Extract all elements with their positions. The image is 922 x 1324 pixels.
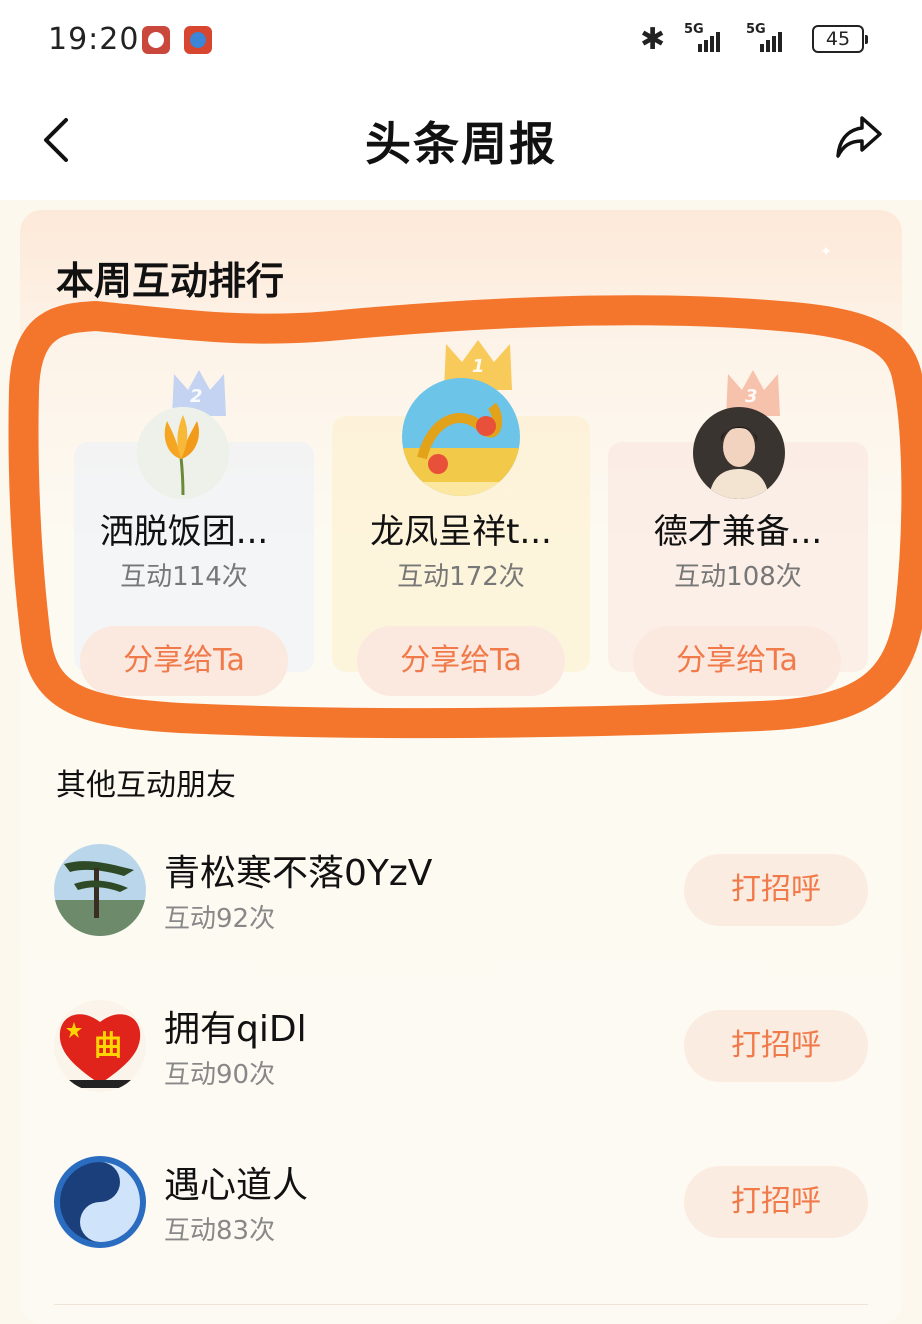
app-icon	[184, 26, 212, 54]
podium-count: 互动172次	[397, 562, 525, 592]
share-to-button[interactable]: 分享给Ta	[633, 626, 841, 696]
share-to-button[interactable]: 分享给Ta	[80, 626, 288, 696]
bluetooth-icon: ✱	[640, 22, 666, 57]
avatar[interactable]: 曲	[54, 1000, 146, 1092]
friend-name: 拥有qiDl	[164, 1009, 307, 1050]
sparkle-icon: ✦	[820, 244, 832, 260]
friend-count: 互动90次	[164, 1060, 276, 1090]
greet-button[interactable]: 打招呼	[684, 854, 868, 926]
greet-button[interactable]: 打招呼	[684, 1166, 868, 1238]
share-to-button[interactable]: 分享给Ta	[357, 626, 565, 696]
rank-number: 1	[472, 356, 485, 377]
friend-count: 互动83次	[164, 1216, 276, 1246]
rank-number: 2	[190, 386, 203, 407]
friend-count: 互动92次	[164, 904, 276, 934]
status-bar: 19:20 ✱ 5G 5G 45	[0, 0, 922, 80]
avatar[interactable]	[402, 378, 520, 496]
friend-name: 青松寒不落0YzV	[164, 853, 433, 894]
signal-icon: 5G	[746, 22, 786, 52]
avatar[interactable]	[137, 407, 229, 499]
greet-button[interactable]: 打招呼	[684, 1010, 868, 1082]
app-icon	[142, 26, 170, 54]
podium-name: 龙凤呈祥t...	[370, 512, 552, 552]
signal-icon: 5G	[684, 22, 724, 52]
page-title: 头条周报	[365, 117, 557, 171]
podium-count: 互动108次	[674, 562, 802, 592]
avatar[interactable]	[54, 844, 146, 936]
list-item: 遇心道人 互动83次 打招呼	[0, 1156, 922, 1286]
avatar[interactable]	[693, 407, 785, 499]
header: 头条周报	[0, 80, 922, 200]
rank-number: 3	[745, 386, 758, 407]
list-item: 青松寒不落0YzV 互动92次 打招呼	[0, 844, 922, 974]
podium-name: 德才兼备...	[653, 512, 823, 552]
podium-count: 互动114次	[120, 562, 248, 592]
list-item: 曲 拥有qiDl 互动90次 打招呼	[0, 1000, 922, 1130]
ranking-title: 本周互动排行	[56, 259, 285, 303]
friend-name: 遇心道人	[164, 1165, 309, 1206]
podium-name: 洒脱饭团...	[99, 512, 269, 552]
status-time: 19:20	[48, 22, 140, 57]
share-icon[interactable]	[834, 112, 884, 162]
avatar[interactable]	[54, 1156, 146, 1248]
avatar-text: 曲	[94, 1029, 123, 1062]
battery-icon: 45	[812, 25, 868, 53]
other-friends-title: 其他互动朋友	[56, 768, 236, 803]
divider	[54, 1304, 868, 1305]
